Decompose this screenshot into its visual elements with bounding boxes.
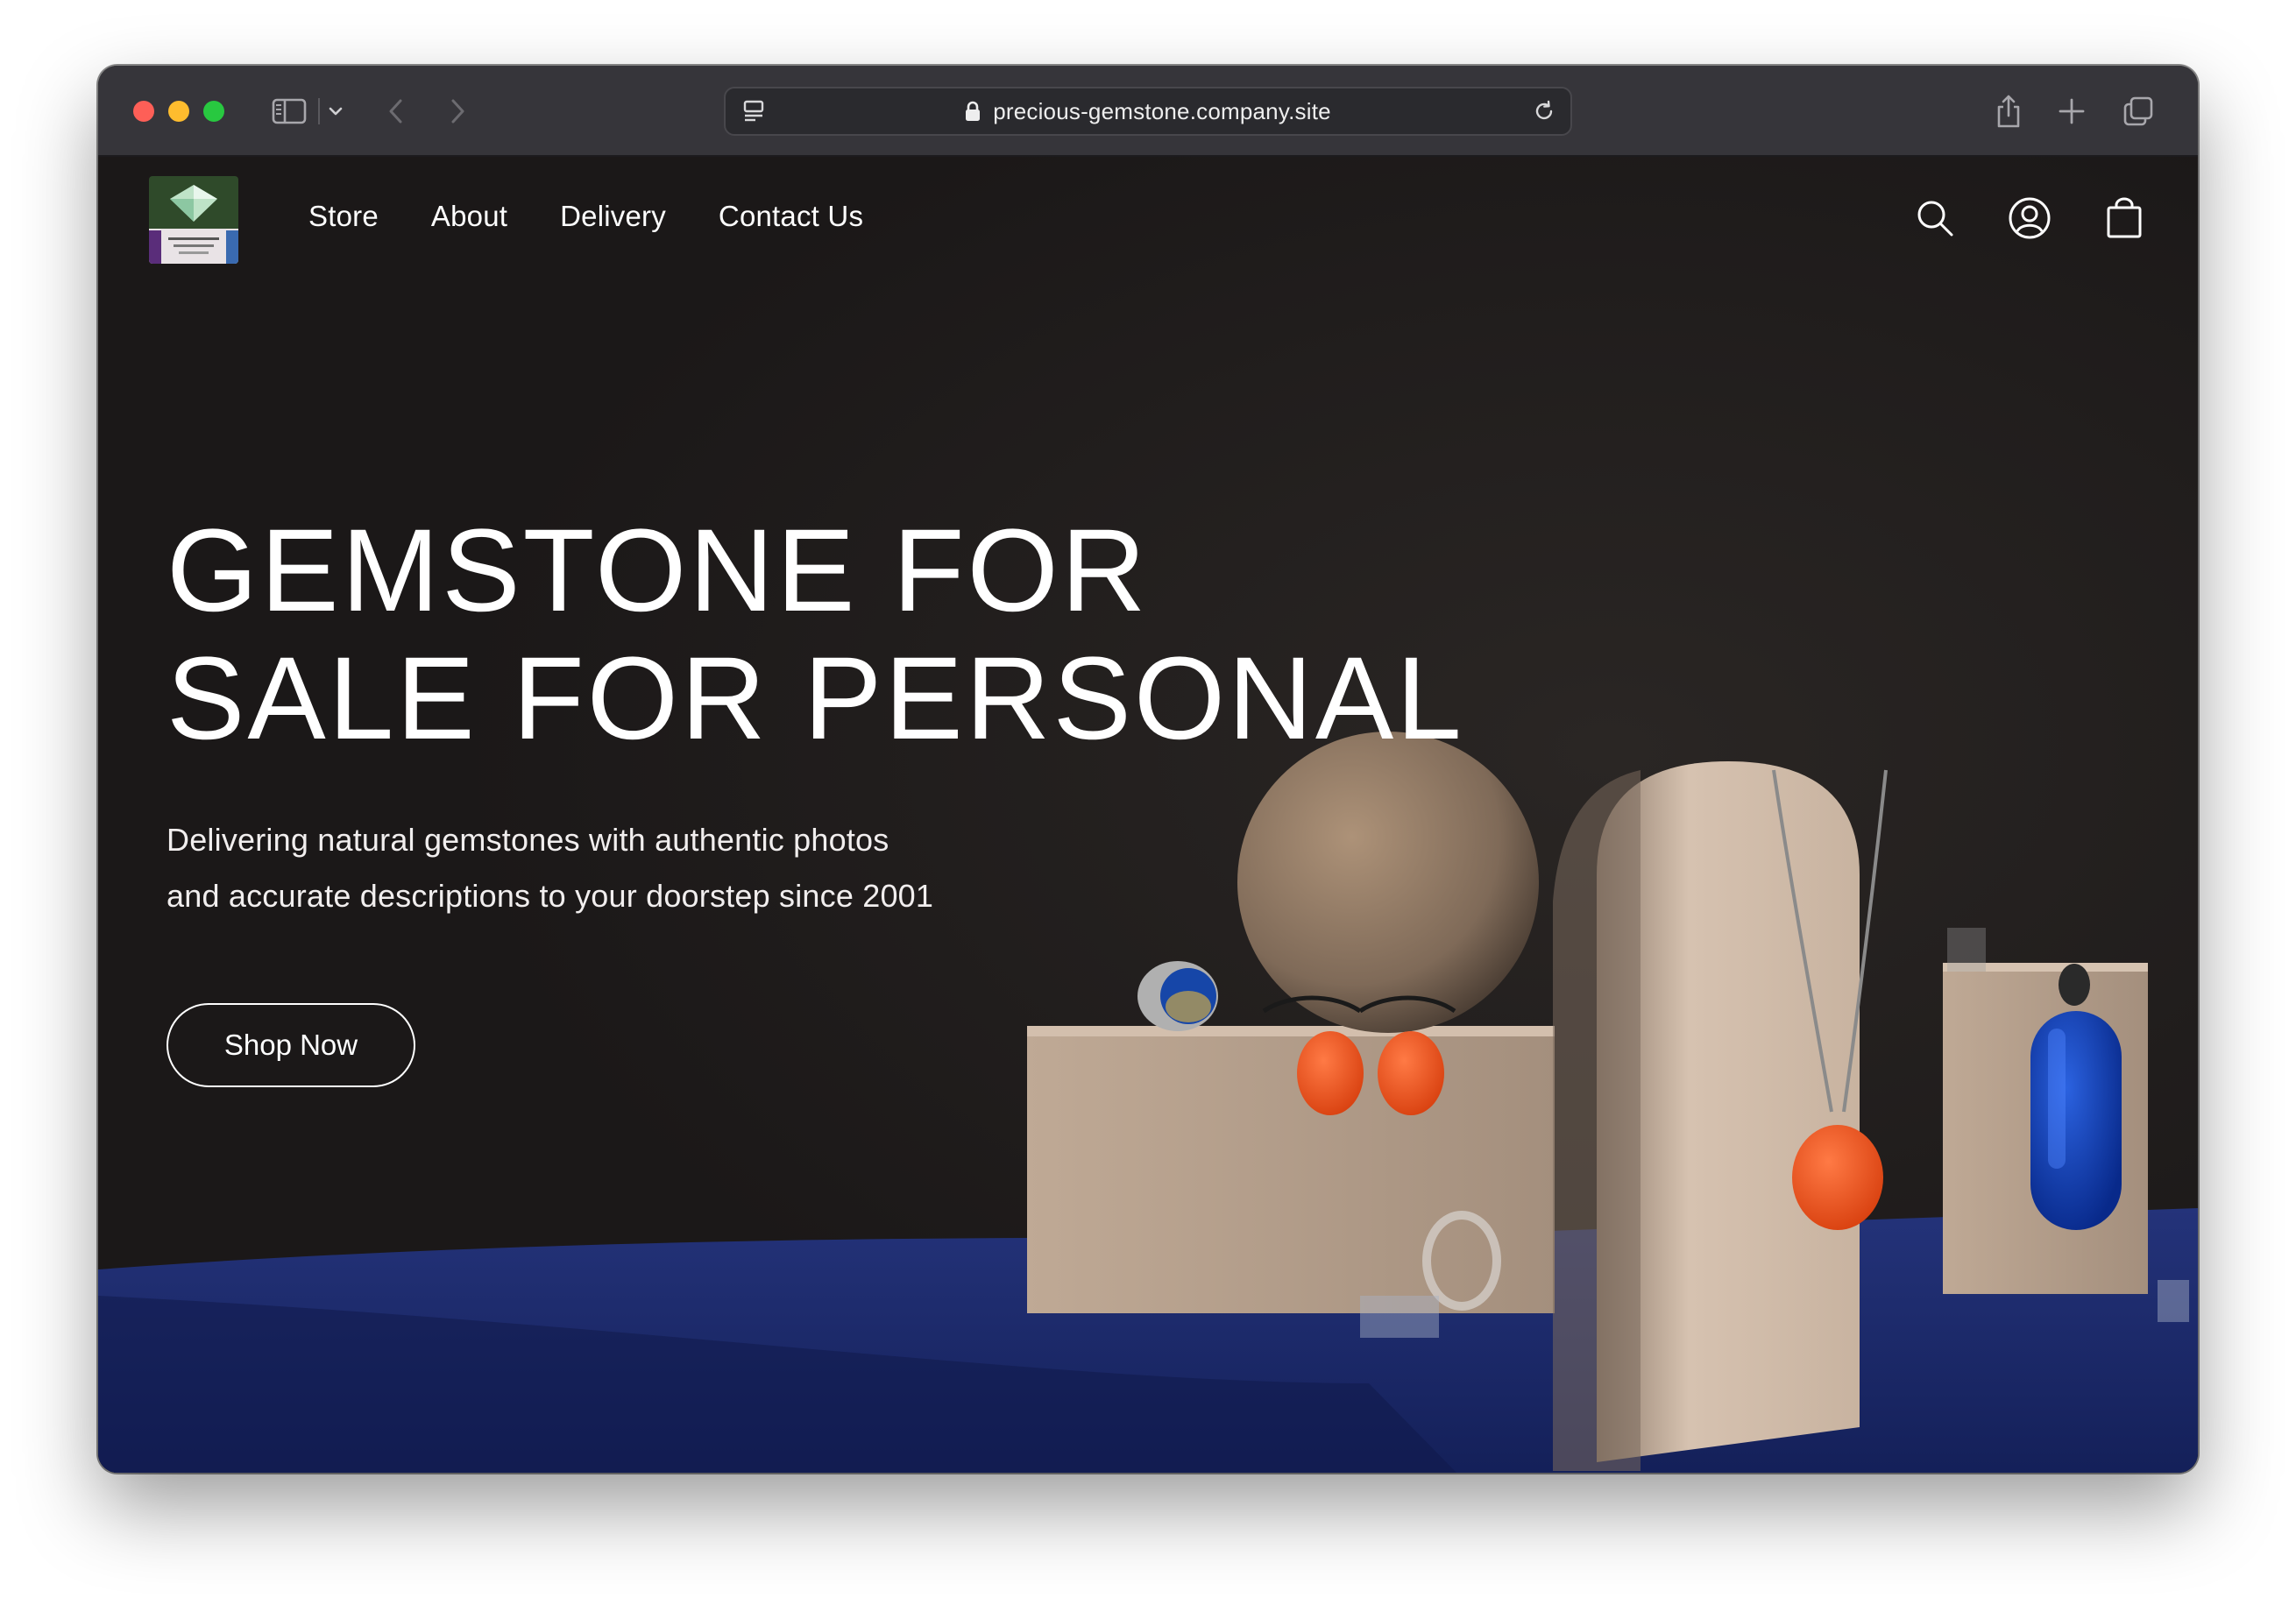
forward-arrow-icon[interactable] [440,92,475,131]
sidebar-toggle-icon[interactable] [270,92,308,131]
cart-icon[interactable] [2098,192,2151,244]
hero-title-line: GEMSTONE FOR [167,506,1149,636]
close-window-button[interactable] [133,101,154,122]
nav-link-contact-us[interactable]: Contact Us [719,194,863,239]
hero-title-line: SALE FOR PERSONAL [167,633,1464,764]
main-nav: Store About Delivery Contact Us [308,194,916,239]
reload-icon[interactable] [1525,92,1563,131]
new-tab-icon[interactable] [2052,92,2091,131]
hero-subtitle: Delivering natural gemstones with authen… [167,812,1043,924]
back-arrow-icon[interactable] [379,92,414,131]
share-icon[interactable] [1989,92,2028,131]
address-bar[interactable]: precious-gemstone.company.site [724,87,1572,136]
hero-subtitle-line: and accurate descriptions to your doorst… [167,878,934,914]
minimize-window-button[interactable] [168,101,189,122]
browser-window: precious-gemstone.company.site Store Abo… [98,66,2198,1473]
tab-overview-icon[interactable] [2119,92,2158,131]
url-text: precious-gemstone.company.site [993,97,1331,124]
hero-title: GEMSTONE FOR SALE FOR PERSONAL [167,507,1569,763]
browser-toolbar: precious-gemstone.company.site [98,66,2198,157]
shop-now-button[interactable]: Shop Now [167,1003,415,1087]
lock-icon [965,101,981,122]
hero-subtitle-line: Delivering natural gemstones with authen… [167,822,889,858]
nav-link-about[interactable]: About [431,194,507,239]
nav-link-delivery[interactable]: Delivery [560,194,666,239]
toolbar-divider [317,92,321,131]
store-logo[interactable] [149,176,238,264]
account-icon[interactable] [2003,192,2056,244]
search-icon[interactable] [1909,192,1961,244]
chevron-down-icon[interactable] [322,92,349,131]
web-page: Store About Delivery Contact Us GEMSTONE… [98,157,2198,1473]
nav-link-store[interactable]: Store [308,194,379,239]
zoom-window-button[interactable] [203,101,224,122]
url-display: precious-gemstone.company.site [726,88,1570,134]
